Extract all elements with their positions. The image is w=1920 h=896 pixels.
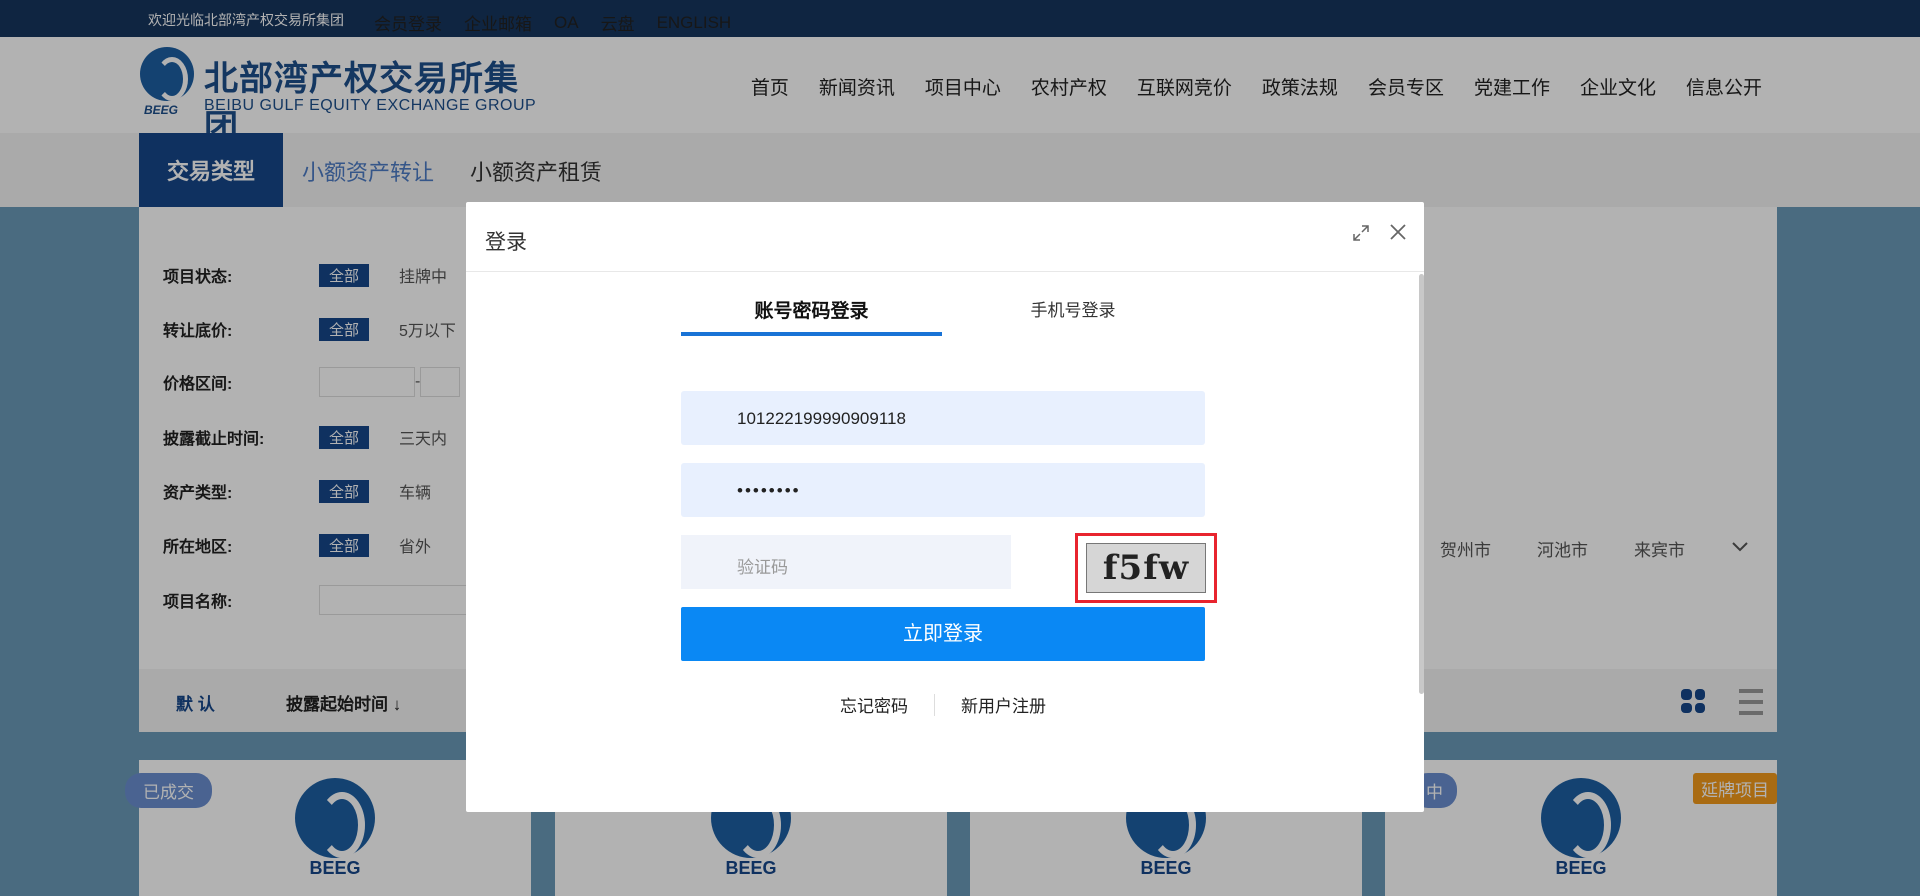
login-modal: 登录 账号密码登录 手机号登录 101222199990909118 •••••… — [466, 202, 1424, 812]
modal-title: 登录 — [485, 231, 527, 254]
captcha-highlight: f5fw — [1075, 533, 1217, 603]
modal-header: 登录 — [466, 202, 1424, 272]
username-input[interactable]: 101222199990909118 — [681, 391, 1205, 445]
modal-scrollbar[interactable] — [1419, 274, 1424, 694]
forgot-password-link[interactable]: 忘记密码 — [840, 692, 908, 717]
tab-account-password-login[interactable]: 账号密码登录 — [681, 290, 942, 336]
close-icon[interactable] — [1388, 222, 1408, 242]
login-tabs: 账号密码登录 手机号登录 — [681, 290, 1204, 336]
captcha-input[interactable]: 验证码 — [681, 535, 1011, 589]
tab-phone-login[interactable]: 手机号登录 — [942, 290, 1204, 336]
register-link[interactable]: 新用户注册 — [961, 692, 1046, 717]
expand-icon[interactable] — [1352, 224, 1370, 242]
password-input[interactable]: •••••••• — [681, 463, 1205, 517]
login-links: 忘记密码 新用户注册 — [840, 692, 1046, 717]
divider — [934, 693, 935, 716]
captcha-image[interactable]: f5fw — [1086, 543, 1206, 593]
login-button[interactable]: 立即登录 — [681, 607, 1205, 661]
